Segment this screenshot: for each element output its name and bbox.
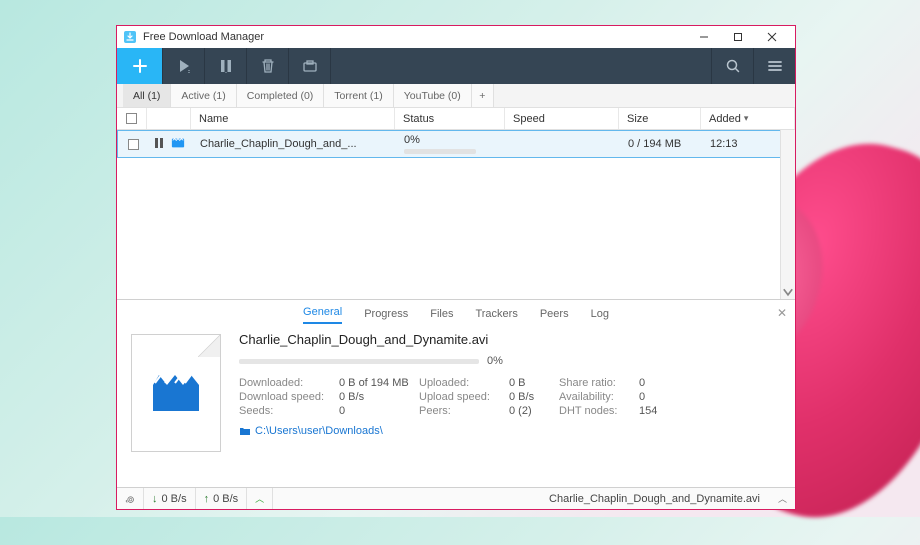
column-added-header[interactable]: Added▾ — [701, 108, 795, 129]
tab-progress[interactable]: Progress — [364, 308, 408, 324]
upload-speed-indicator: ↑ 0 B/s — [196, 488, 248, 509]
row-speed — [506, 131, 620, 157]
file-type-icon — [131, 334, 221, 452]
row-status: 0% — [404, 134, 420, 146]
seeds-label: Seeds: — [239, 405, 339, 417]
download-speed-indicator: ↓ 0 B/s — [144, 488, 196, 509]
filter-youtube[interactable]: YouTube (0) — [394, 84, 472, 107]
app-icon — [123, 30, 137, 44]
ratio-label: Share ratio: — [559, 377, 639, 389]
status-bar: ↓ 0 B/s ↑ 0 B/s ︿ Charlie_Chaplin_Dough_… — [117, 487, 795, 509]
ulspeed-value: 0 B/s — [509, 391, 559, 403]
column-speed-header[interactable]: Speed — [505, 108, 619, 129]
start-button[interactable] — [163, 48, 205, 84]
vertical-scrollbar[interactable] — [780, 130, 795, 299]
maximize-button[interactable] — [721, 27, 755, 47]
row-checkbox[interactable] — [128, 139, 139, 150]
pause-icon — [152, 136, 166, 153]
filter-completed[interactable]: Completed (0) — [237, 84, 325, 107]
minimize-button[interactable] — [687, 27, 721, 47]
row-name: Charlie_Chaplin_Dough_and_... — [192, 131, 396, 157]
details-title: Charlie_Chaplin_Dough_and_Dynamite.avi — [239, 332, 781, 347]
seeds-value: 0 — [339, 405, 419, 417]
statusbar-filename: Charlie_Chaplin_Dough_and_Dynamite.avi — [539, 493, 770, 505]
dht-value: 154 — [639, 405, 679, 417]
tab-trackers[interactable]: Trackers — [475, 308, 517, 324]
pause-button[interactable] — [205, 48, 247, 84]
close-button[interactable] — [755, 27, 789, 47]
statusbar-expand-button[interactable]: ︿ — [770, 488, 795, 509]
scroll-down-icon[interactable] — [781, 284, 795, 299]
close-details-button[interactable]: ✕ — [777, 306, 787, 320]
delete-button[interactable] — [247, 48, 289, 84]
search-button[interactable] — [711, 48, 753, 84]
filter-active[interactable]: Active (1) — [171, 84, 236, 107]
filter-all[interactable]: All (1) — [123, 84, 171, 107]
uploaded-label: Uploaded: — [419, 377, 509, 389]
chevron-up-icon: ︿ — [778, 492, 787, 505]
title-bar[interactable]: Free Download Manager — [117, 26, 795, 48]
video-file-icon — [171, 136, 188, 153]
downloaded-value: 0 B of 194 MB — [339, 377, 419, 389]
details-percent: 0% — [487, 355, 503, 367]
add-download-button[interactable] — [117, 48, 163, 84]
peers-label: Peers: — [419, 405, 509, 417]
column-size-header[interactable]: Size — [619, 108, 701, 129]
avail-label: Availability: — [559, 391, 639, 403]
filter-bar: All (1) Active (1) Completed (0) Torrent… — [117, 84, 795, 108]
main-toolbar — [117, 48, 795, 84]
download-path-link[interactable]: C:\Users\user\Downloads\ — [239, 425, 781, 437]
filter-torrent[interactable]: Torrent (1) — [324, 84, 393, 107]
peers-value: 0 (2) — [509, 405, 559, 417]
uploaded-value: 0 B — [509, 377, 559, 389]
menu-button[interactable] — [753, 48, 795, 84]
tab-general[interactable]: General — [303, 306, 342, 324]
arrow-down-icon: ↓ — [152, 493, 158, 505]
dlspeed-value: 0 B/s — [339, 391, 419, 403]
ulspeed-label: Upload speed: — [419, 391, 509, 403]
row-size: 0 / 194 MB — [620, 131, 702, 157]
filter-add[interactable]: + — [472, 84, 494, 107]
column-status-header[interactable]: Status — [395, 108, 505, 129]
downloaded-label: Downloaded: — [239, 377, 339, 389]
move-button[interactable] — [289, 48, 331, 84]
folder-icon — [239, 425, 251, 437]
select-all-checkbox[interactable] — [126, 113, 137, 124]
tab-peers[interactable]: Peers — [540, 308, 569, 324]
app-window: Free Download Manager All (1) — [116, 25, 796, 510]
expand-chart-button[interactable]: ︿ — [247, 488, 273, 509]
speed-limit-button[interactable] — [117, 488, 144, 509]
sort-indicator-icon: ▾ — [744, 113, 749, 124]
row-progress-bar — [404, 149, 476, 154]
column-name-header[interactable]: Name — [191, 108, 395, 129]
download-row[interactable]: Charlie_Chaplin_Dough_and_... 0% 0 / 194… — [117, 130, 795, 158]
details-panel: General Progress Files Trackers Peers Lo… — [117, 299, 795, 487]
dlspeed-label: Download speed: — [239, 391, 339, 403]
chevron-up-icon: ︿ — [255, 492, 264, 505]
details-progress-bar — [239, 359, 479, 364]
downloads-list: Charlie_Chaplin_Dough_and_... 0% 0 / 194… — [117, 130, 795, 299]
ratio-value: 0 — [639, 377, 679, 389]
app-title: Free Download Manager — [143, 31, 264, 43]
snail-icon — [125, 494, 135, 504]
table-header: Name Status Speed Size Added▾ — [117, 108, 795, 130]
tab-files[interactable]: Files — [430, 308, 453, 324]
tab-log[interactable]: Log — [591, 308, 609, 324]
details-tabs: General Progress Files Trackers Peers Lo… — [117, 300, 795, 324]
dht-label: DHT nodes: — [559, 405, 639, 417]
avail-value: 0 — [639, 391, 679, 403]
arrow-up-icon: ↑ — [204, 493, 210, 505]
